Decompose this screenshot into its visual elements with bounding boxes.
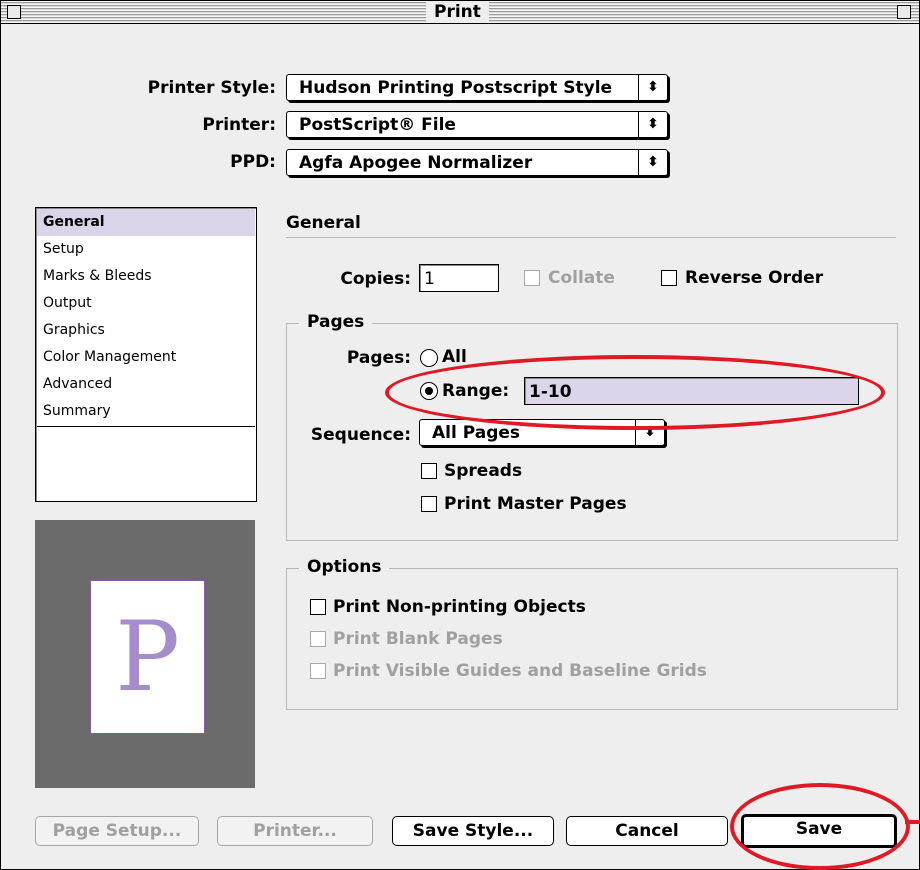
annotation-line bbox=[905, 820, 920, 824]
print-blank-pages-label: Print Blank Pages bbox=[333, 629, 503, 649]
reverse-order-checkbox[interactable] bbox=[661, 270, 677, 286]
section-list: General Setup Marks & Bleeds Output Grap… bbox=[35, 207, 257, 502]
preview-letter: P bbox=[115, 601, 180, 713]
popup-arrows-icon: ⬍ bbox=[638, 75, 667, 100]
ppd-popup[interactable]: Agfa Apogee Normalizer ⬍ bbox=[286, 149, 668, 176]
list-divider bbox=[37, 426, 255, 427]
sidebar-item-advanced[interactable]: Advanced bbox=[37, 371, 255, 398]
print-visible-guides-label: Print Visible Guides and Baseline Grids bbox=[333, 661, 707, 681]
options-group-label: Options bbox=[299, 557, 390, 577]
sidebar-item-marks-bleeds[interactable]: Marks & Bleeds bbox=[37, 263, 255, 290]
print-blank-pages-checkbox[interactable] bbox=[310, 631, 326, 647]
sequence-value: All Pages bbox=[432, 423, 521, 443]
sidebar-item-graphics[interactable]: Graphics bbox=[37, 317, 255, 344]
all-label: All bbox=[442, 347, 467, 367]
print-master-pages-checkbox[interactable] bbox=[421, 496, 437, 512]
sidebar-item-general[interactable]: General bbox=[37, 209, 255, 236]
printer-popup[interactable]: PostScript® File ⬍ bbox=[286, 111, 668, 138]
pages-group-label: Pages bbox=[299, 312, 373, 332]
pages-label: Pages: bbox=[346, 348, 411, 368]
printer-value: PostScript® File bbox=[299, 115, 456, 135]
ppd-value: Agfa Apogee Normalizer bbox=[299, 153, 533, 173]
sidebar-item-color-management[interactable]: Color Management bbox=[37, 344, 255, 371]
window-title: Print bbox=[426, 1, 489, 23]
close-box[interactable] bbox=[7, 5, 21, 19]
cancel-button[interactable]: Cancel bbox=[566, 816, 728, 846]
copies-field[interactable]: 1 bbox=[419, 264, 499, 292]
save-highlight-oval bbox=[730, 783, 910, 870]
print-dialog: Print Printer Style: Hudson Printing Pos… bbox=[0, 0, 920, 870]
section-divider bbox=[286, 237, 896, 238]
print-visible-guides-checkbox[interactable] bbox=[310, 663, 326, 679]
spreads-label: Spreads bbox=[444, 461, 523, 481]
printer-style-value: Hudson Printing Postscript Style bbox=[299, 78, 613, 98]
zoom-box[interactable] bbox=[897, 5, 911, 19]
section-header: General bbox=[286, 213, 361, 233]
range-highlight-oval bbox=[385, 355, 885, 430]
copies-label: Copies: bbox=[340, 269, 411, 289]
sidebar-item-output[interactable]: Output bbox=[37, 290, 255, 317]
printer-label: Printer: bbox=[202, 115, 276, 135]
print-non-printing-label: Print Non-printing Objects bbox=[333, 597, 586, 617]
spreads-checkbox[interactable] bbox=[421, 463, 437, 479]
printer-button[interactable]: Printer... bbox=[217, 816, 373, 846]
reverse-order-label: Reverse Order bbox=[685, 268, 824, 288]
ppd-label: PPD: bbox=[230, 152, 276, 172]
popup-arrows-icon: ⬍ bbox=[638, 112, 667, 137]
printer-style-popup[interactable]: Hudson Printing Postscript Style ⬍ bbox=[286, 74, 668, 101]
sequence-label: Sequence: bbox=[310, 425, 411, 445]
popup-arrows-icon: ⬍ bbox=[638, 150, 667, 175]
printer-style-label: Printer Style: bbox=[147, 78, 276, 98]
print-non-printing-checkbox[interactable] bbox=[310, 599, 326, 615]
page-setup-button[interactable]: Page Setup... bbox=[35, 816, 199, 846]
sidebar-item-setup[interactable]: Setup bbox=[37, 236, 255, 263]
preview-page: P bbox=[90, 580, 205, 734]
collate-label: Collate bbox=[548, 268, 615, 288]
all-radio[interactable] bbox=[420, 349, 438, 367]
sidebar-item-summary[interactable]: Summary bbox=[37, 398, 255, 425]
print-master-pages-label: Print Master Pages bbox=[444, 494, 627, 514]
title-bar[interactable]: Print bbox=[1, 1, 919, 24]
collate-checkbox[interactable] bbox=[524, 270, 540, 286]
save-style-button[interactable]: Save Style... bbox=[392, 816, 554, 846]
